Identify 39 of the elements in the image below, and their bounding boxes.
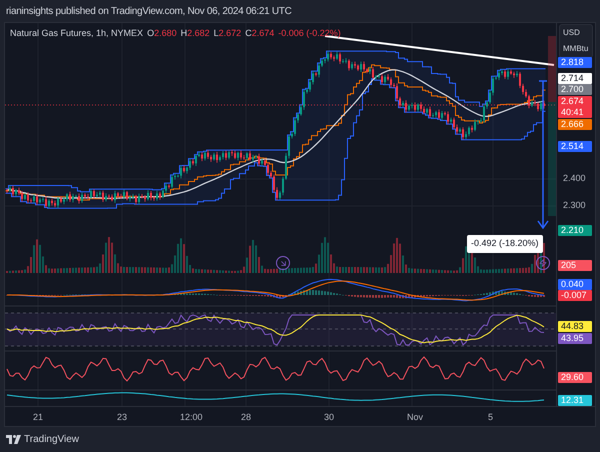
price-badge: 44.83 (558, 321, 592, 332)
price-badge: 2.714 (558, 73, 592, 84)
time-tick: 12:00 (180, 411, 203, 424)
time-tick: 21 (33, 411, 44, 424)
ohlc-value: 2.674 (252, 27, 274, 40)
time-tick: 5 (488, 411, 494, 424)
price-badge: 0.040 (558, 279, 592, 290)
publish-info: rianinsights published on TradingView.com, Nov 06, 2024 06:21 UTC (6, 4, 292, 18)
price-tick: 2.300 (563, 200, 586, 211)
price-badge: 2.210 (558, 225, 592, 236)
symbol-title: Natural Gas Futures, 1h, NYMEX (10, 27, 144, 40)
price-tick: 2.400 (563, 173, 586, 184)
unit-label: USD MMBtu (559, 24, 593, 58)
ohlc-label: H (180, 27, 188, 40)
ohlc-label: C (245, 27, 252, 40)
price-badge: 2.700 (558, 84, 592, 95)
logo-icon (6, 435, 21, 444)
price-badge: 2.818 (558, 57, 592, 68)
price-badge: -0.007 (558, 290, 592, 301)
time-tick: 30 (324, 411, 334, 424)
price-badge: 205 (558, 260, 592, 271)
brand-name: TradingView (24, 433, 80, 447)
time-tick: Nov (407, 411, 424, 424)
ohlc-value: 2.682 (187, 27, 210, 40)
time-tick: 28 (241, 411, 252, 424)
price-badge: 2.514 (558, 141, 592, 152)
ohlc-label: O (147, 27, 154, 40)
ohlc-value: 2.672 (218, 27, 242, 40)
ohlc-value: 2.680 (154, 27, 177, 40)
price-badge: 2.666 (558, 119, 592, 130)
lightning-icon[interactable] (536, 256, 550, 270)
time-tick: 23 (117, 411, 128, 424)
measure-label: -0.492 (-18.20%) (467, 235, 543, 252)
price-badge: 2.674 40:41 (558, 96, 592, 118)
price-badge: 12.31 (558, 395, 592, 406)
change-value: -0.006 (-0.22%) (278, 27, 341, 40)
ohlc-label: L (214, 27, 219, 40)
price-badge: 29.60 (558, 372, 592, 383)
price-badge: 43.95 (558, 333, 592, 344)
